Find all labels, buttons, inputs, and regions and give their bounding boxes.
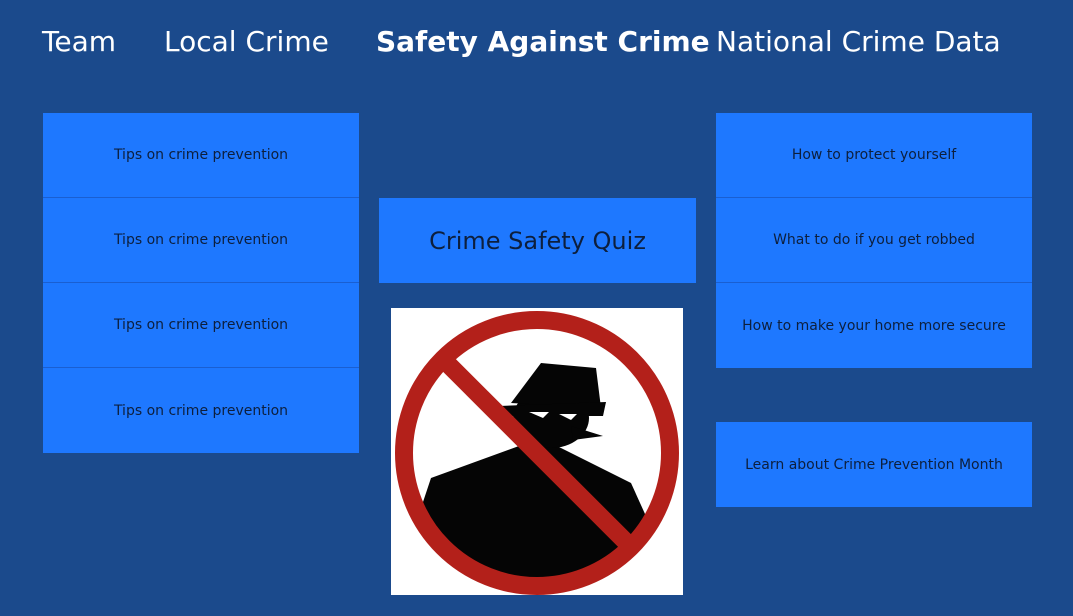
tips-crime-prevention-button[interactable]: Tips on crime prevention xyxy=(43,283,359,368)
tile-label: Tips on crime prevention xyxy=(113,147,289,163)
crime-prevention-month-button[interactable]: Learn about Crime Prevention Month xyxy=(716,422,1032,507)
no-burglar-icon xyxy=(395,311,679,595)
robbed-help-button[interactable]: What to do if you get robbed xyxy=(716,198,1032,283)
tips-crime-prevention-button[interactable]: Tips on crime prevention xyxy=(43,368,359,453)
tips-crime-prevention-button[interactable]: Tips on crime prevention xyxy=(43,198,359,283)
tile-label: Learn about Crime Prevention Month xyxy=(745,456,1003,473)
tile-label: Tips on crime prevention xyxy=(113,232,289,248)
tile-label: How to make your home more secure xyxy=(742,317,1006,334)
nav-national-crime-data[interactable]: National Crime Data xyxy=(716,22,1001,62)
home-security-button[interactable]: How to make your home more secure xyxy=(716,283,1032,368)
nav-team[interactable]: Team xyxy=(42,22,116,62)
nav-safety-against-crime[interactable]: Safety Against Crime xyxy=(376,22,710,62)
quiz-label: Crime Safety Quiz xyxy=(429,226,646,255)
tile-label: Tips on crime prevention xyxy=(113,317,289,333)
tile-label: Tips on crime prevention xyxy=(113,402,289,419)
nav-local-crime[interactable]: Local Crime xyxy=(164,22,329,62)
protect-yourself-button[interactable]: How to protect yourself xyxy=(716,113,1032,198)
crime-safety-quiz-button[interactable]: Crime Safety Quiz xyxy=(379,198,696,283)
tips-crime-prevention-button[interactable]: Tips on crime prevention xyxy=(43,113,359,198)
no-burglar-image xyxy=(391,308,683,595)
tile-label: What to do if you get robbed xyxy=(773,232,975,248)
tile-label: How to protect yourself xyxy=(791,147,957,163)
